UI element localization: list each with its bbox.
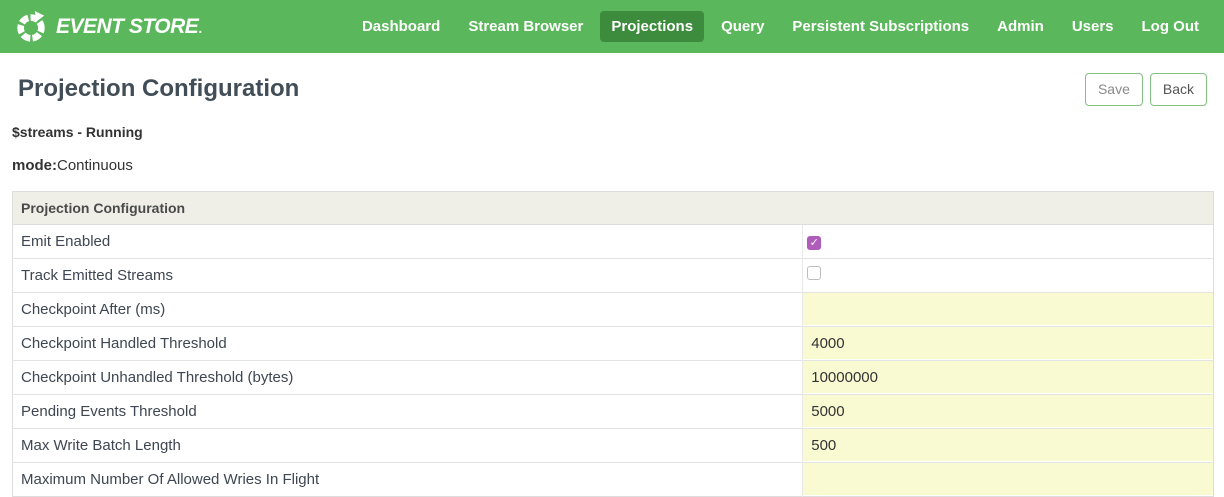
- config-label-checkpoint-after-ms: Checkpoint After (ms): [13, 292, 803, 326]
- nav-item-stream-browser[interactable]: Stream Browser: [457, 11, 594, 42]
- config-label-maximum-number-of-allowed-wries-in-flight: Maximum Number Of Allowed Wries In Fligh…: [13, 462, 803, 496]
- page-title: Projection Configuration: [18, 75, 299, 103]
- config-table-body: Emit Enabled✓Track Emitted StreamsCheckp…: [13, 224, 1214, 496]
- save-button[interactable]: Save: [1085, 73, 1143, 106]
- config-row-maximum-number-of-allowed-wries-in-flight: Maximum Number Of Allowed Wries In Fligh…: [13, 462, 1214, 496]
- event-store-logo-icon: [14, 10, 48, 44]
- config-label-checkpoint-handled-threshold: Checkpoint Handled Threshold: [13, 326, 803, 360]
- config-label-max-write-batch-length: Max Write Batch Length: [13, 428, 803, 462]
- emit-enabled-checkbox[interactable]: ✓: [807, 236, 821, 250]
- config-value-checkpoint-handled-threshold: [803, 326, 1214, 360]
- config-label-pending-events-threshold: Pending Events Threshold: [13, 394, 803, 428]
- config-row-max-write-batch-length: Max Write Batch Length: [13, 428, 1214, 462]
- nav-item-admin[interactable]: Admin: [986, 11, 1055, 42]
- config-value-emit-enabled: ✓: [803, 224, 1214, 258]
- nav-item-projections[interactable]: Projections: [600, 11, 704, 42]
- brand[interactable]: EVENT STORE.: [14, 10, 202, 44]
- projection-status: $streams - Running: [12, 124, 1212, 140]
- nav-item-persistent-subscriptions[interactable]: Persistent Subscriptions: [781, 11, 980, 42]
- projection-config-table: Projection Configuration Emit Enabled ✓ Tr…: [12, 191, 1214, 497]
- config-table-header-row: Projection Configuration: [13, 191, 1214, 224]
- config-row-checkpoint-unhandled-threshold-bytes: Checkpoint Unhandled Threshold (bytes): [13, 360, 1214, 394]
- back-button[interactable]: Back: [1150, 73, 1207, 106]
- config-row-emit-enabled: Emit Enabled ✓: [13, 224, 1214, 258]
- brand-suffix: .: [198, 20, 201, 36]
- config-value-track-emitted-streams: [803, 258, 1214, 292]
- mode-label: mode:: [12, 157, 57, 174]
- main-content: Projection Configuration Save Back $stre…: [0, 73, 1224, 497]
- checkpoint-handled-threshold-input[interactable]: [803, 327, 1213, 359]
- config-value-pending-events-threshold: [803, 394, 1214, 428]
- brand-name: EVENT STORE.: [56, 15, 202, 39]
- config-label-checkpoint-unhandled-threshold-bytes: Checkpoint Unhandled Threshold (bytes): [13, 360, 803, 394]
- checkpoint-unhandled-threshold-bytes-input[interactable]: [803, 361, 1213, 393]
- config-label-emit-enabled: Emit Enabled: [13, 224, 803, 258]
- projection-mode: mode:Continuous: [12, 157, 1212, 174]
- config-value-max-write-batch-length: [803, 428, 1214, 462]
- nav-menu: DashboardStream BrowserProjectionsQueryP…: [351, 11, 1210, 42]
- nav-item-users[interactable]: Users: [1061, 11, 1125, 42]
- config-row-pending-events-threshold: Pending Events Threshold: [13, 394, 1214, 428]
- title-row: Projection Configuration Save Back: [12, 73, 1212, 106]
- config-value-checkpoint-unhandled-threshold-bytes: [803, 360, 1214, 394]
- maximum-number-of-allowed-wries-in-flight-input[interactable]: [803, 463, 1213, 495]
- pending-events-threshold-input[interactable]: [803, 395, 1213, 427]
- config-label-track-emitted-streams: Track Emitted Streams: [13, 258, 803, 292]
- checkpoint-after-ms-input[interactable]: [803, 293, 1213, 325]
- action-buttons: Save Back: [1085, 73, 1207, 106]
- nav-item-dashboard[interactable]: Dashboard: [351, 11, 451, 42]
- max-write-batch-length-input[interactable]: [803, 429, 1213, 461]
- config-row-checkpoint-handled-threshold: Checkpoint Handled Threshold: [13, 326, 1214, 360]
- config-row-track-emitted-streams: Track Emitted Streams: [13, 258, 1214, 292]
- track-emitted-streams-checkbox[interactable]: [807, 266, 821, 280]
- config-value-checkpoint-after-ms: [803, 292, 1214, 326]
- nav-item-query[interactable]: Query: [710, 11, 775, 42]
- top-navbar: EVENT STORE. DashboardStream BrowserProj…: [0, 0, 1224, 53]
- mode-value: Continuous: [57, 157, 133, 174]
- nav-item-log-out[interactable]: Log Out: [1131, 11, 1210, 42]
- config-value-maximum-number-of-allowed-wries-in-flight: [803, 462, 1214, 496]
- config-table-header: Projection Configuration: [13, 191, 1214, 224]
- config-row-checkpoint-after-ms: Checkpoint After (ms): [13, 292, 1214, 326]
